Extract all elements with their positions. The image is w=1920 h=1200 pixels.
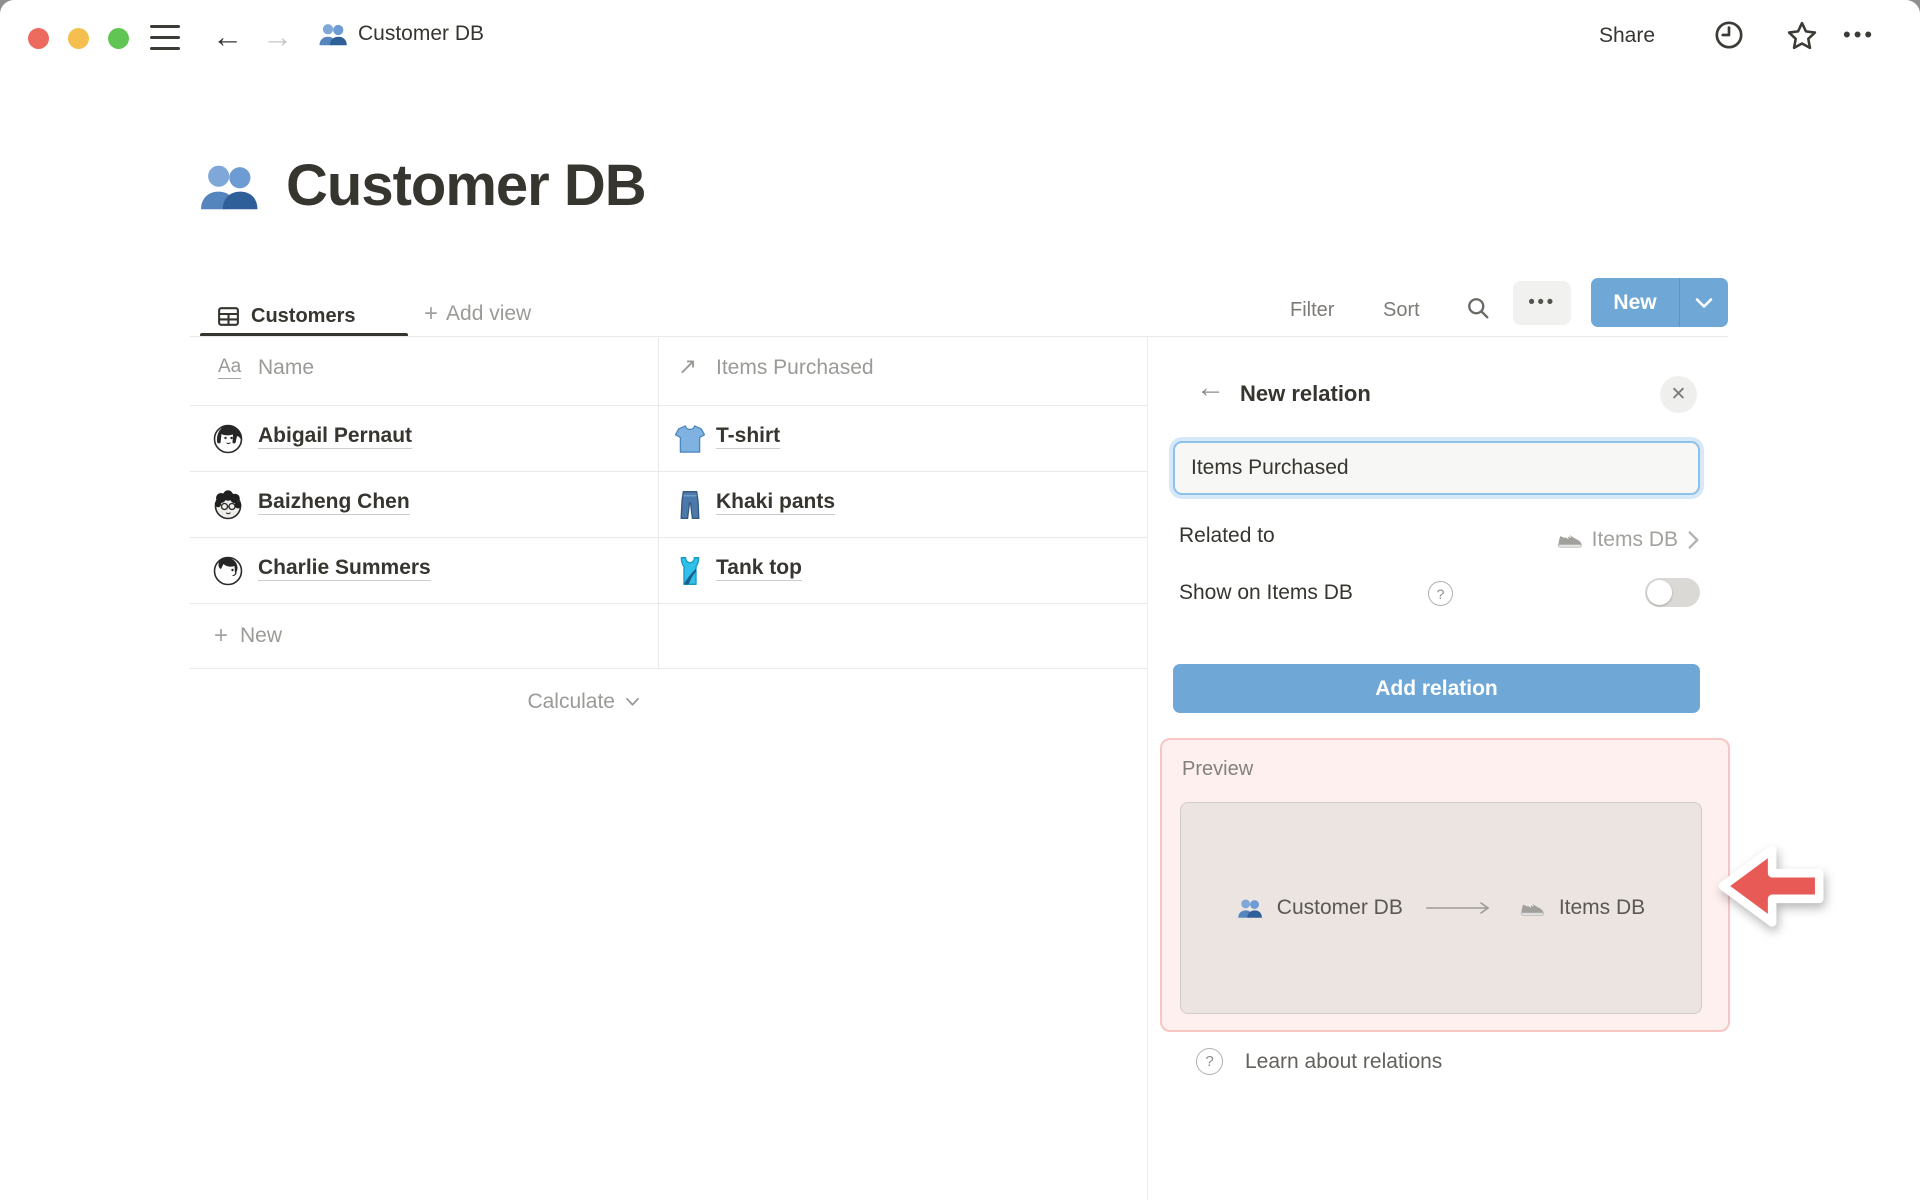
row-item-link[interactable]: Tank top [716,556,802,581]
related-to-select[interactable]: Items DB [1500,526,1700,553]
updates-clock-icon[interactable] [1712,18,1746,52]
column-header-items-purchased[interactable]: Items Purchased [716,356,874,380]
tank-top-icon [674,555,706,587]
preview-highlight-box: Preview Customer DB Items DB [1160,738,1730,1032]
column-header-name[interactable]: Name [258,356,314,380]
row-name-link[interactable]: Charlie Summers [258,556,431,581]
page-title: Customer DB [286,153,647,218]
view-options-icon[interactable]: ••• [1513,281,1571,325]
relation-preview-diagram: Customer DB Items DB [1180,802,1702,1014]
table-header: Aa Name ↗ Items Purchased [190,338,1147,405]
add-view-button[interactable]: + Add view [424,300,531,328]
show-on-label: Show on Items DB [1179,581,1353,604]
calculate-button[interactable]: Calculate [380,669,640,735]
preview-source-db: Customer DB [1276,896,1403,919]
show-on-toggle[interactable] [1645,578,1700,607]
relation-property-icon: ↗ [678,353,698,379]
help-circle-icon[interactable]: ? [1428,581,1453,606]
people-icon [1237,895,1263,921]
people-icon [318,19,348,49]
chevron-right-icon [1688,530,1699,549]
favorite-star-icon[interactable] [1784,18,1820,54]
table-row[interactable]: Charlie Summers Tank top [190,537,1147,603]
plus-icon: + [424,300,439,327]
tab-label: Customers [251,304,356,327]
sneaker-icon [1556,526,1583,553]
preview-label: Preview [1182,758,1254,780]
add-relation-button[interactable]: Add relation [1173,664,1700,713]
breadcrumb-title: Customer DB [358,22,485,45]
new-button[interactable]: New [1591,278,1728,327]
relation-name-input[interactable] [1173,441,1700,495]
row-item-link[interactable]: T-shirt [716,424,781,449]
row-name-link[interactable]: Baizheng Chen [258,490,410,515]
row-name-link[interactable]: Abigail Pernaut [258,424,413,449]
panel-divider [1147,337,1148,1200]
zoom-window-button[interactable] [108,28,129,49]
sort-button[interactable]: Sort [1383,299,1420,322]
table-row[interactable]: Abigail Pernaut T-shirt [190,405,1147,471]
minimize-window-button[interactable] [68,28,89,49]
chevron-down-icon [626,697,639,706]
forward-arrow-icon[interactable]: → [262,17,293,57]
row-item-link[interactable]: Khaki pants [716,490,836,515]
new-dropdown-chevron-icon[interactable] [1680,278,1728,327]
new-row-button[interactable]: + New [190,603,1147,669]
avatar-charlie-icon [212,555,244,587]
close-window-button[interactable] [28,28,49,49]
people-icon [198,155,260,217]
toggle-knob [1647,580,1672,605]
sneaker-icon [1519,895,1545,921]
search-icon[interactable] [1464,294,1492,322]
panel-close-icon[interactable]: ✕ [1660,376,1697,413]
plus-icon: + [214,622,229,649]
filter-button[interactable]: Filter [1290,299,1334,322]
table-row[interactable]: Baizheng Chen Khaki pants [190,471,1147,537]
breadcrumb[interactable]: Customer DB [318,19,484,49]
notion-window: ← → Customer DB Share ••• Customer DB Cu… [0,0,1920,1200]
more-options-icon[interactable]: ••• [1843,22,1875,48]
related-to-label: Related to [1179,524,1275,547]
toolbar-divider [190,336,1728,337]
tab-customers[interactable]: Customers [200,296,408,336]
share-button[interactable]: Share [1599,24,1655,48]
text-property-icon: Aa [218,356,242,379]
relation-arrow-icon [1426,902,1490,914]
panel-back-arrow-icon[interactable]: ← [1196,372,1225,405]
sidebar-menu-icon[interactable] [150,25,180,51]
tshirt-icon [674,423,706,455]
preview-target-db: Items DB [1558,896,1646,919]
learn-about-relations-link[interactable]: ? Learn about relations [1196,1048,1442,1075]
avatar-baizheng-icon [212,489,244,521]
panel-title: New relation [1240,381,1371,406]
annotation-arrow-icon [1718,845,1824,927]
table-view-icon [216,304,241,329]
jeans-icon [674,489,706,521]
avatar-abigail-icon [212,423,244,455]
back-arrow-icon[interactable]: ← [212,17,243,57]
help-circle-icon: ? [1196,1048,1223,1075]
